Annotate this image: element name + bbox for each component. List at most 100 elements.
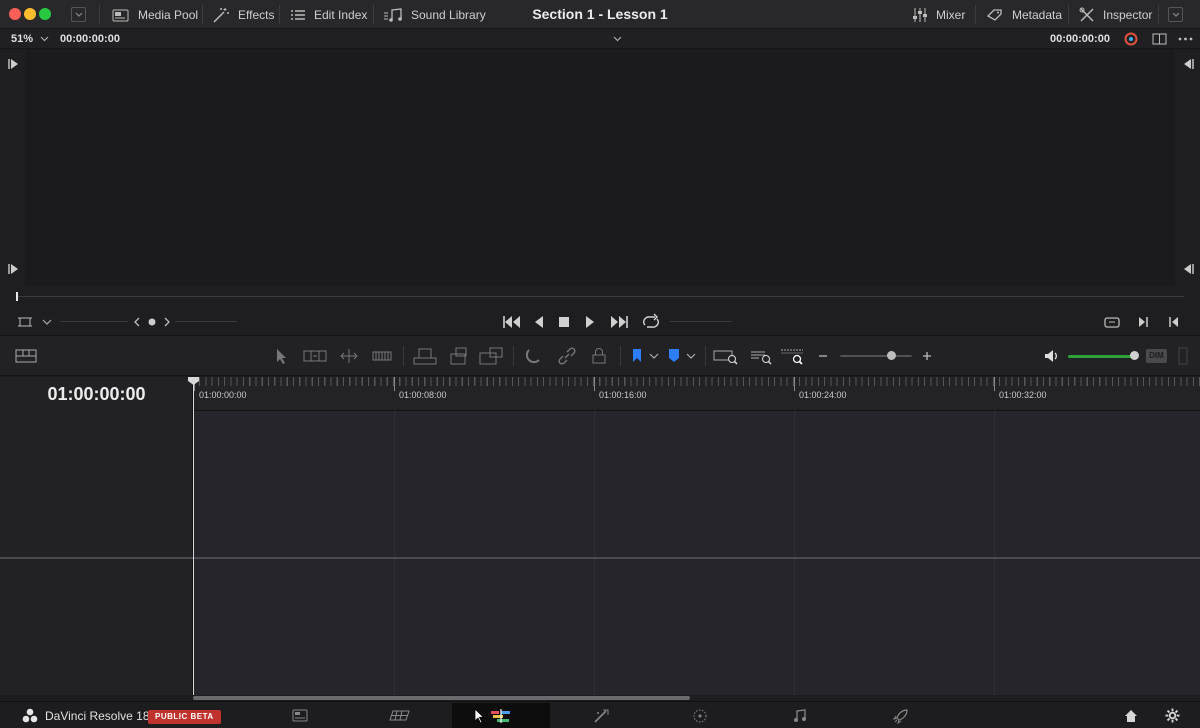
ruler-label: 01:00:00:00 <box>199 390 247 400</box>
timeline-timecode[interactable]: 01:00:00:00 <box>0 384 193 405</box>
effects-wand-icon <box>213 7 229 23</box>
timeline-toolbar: DIM <box>0 336 1200 376</box>
stop-icon[interactable] <box>557 313 571 331</box>
ruler-label: 01:00:08:00 <box>399 390 447 400</box>
window-close-button[interactable] <box>9 8 21 20</box>
record-timecode[interactable]: 00:00:00:00 <box>1050 29 1110 49</box>
speaker-volume-icon[interactable] <box>1043 346 1061 366</box>
edit-index-button[interactable]: Edit Index <box>284 0 373 29</box>
zoom-full-extent-icon[interactable] <box>713 346 739 366</box>
video-audio-divider[interactable] <box>0 557 1200 559</box>
public-beta-badge: PUBLIC BETA <box>148 710 221 724</box>
page-fusion[interactable] <box>591 702 611 728</box>
audio-meter-icon[interactable] <box>1177 346 1189 366</box>
zoom-out-icon[interactable] <box>818 346 828 366</box>
timeline-zoom-slider[interactable] <box>840 355 912 357</box>
page-color[interactable] <box>690 702 710 728</box>
snapping-magnet-icon[interactable] <box>525 346 543 366</box>
metadata-button[interactable]: Metadata <box>980 0 1068 29</box>
mixer-button[interactable]: Mixer <box>906 0 971 29</box>
page-fairlight[interactable] <box>791 702 809 728</box>
insert-clip-icon[interactable] <box>413 346 437 366</box>
scrollbar-thumb[interactable] <box>193 696 690 700</box>
loop-icon[interactable] <box>641 313 661 331</box>
chevron-down-icon[interactable] <box>686 346 696 366</box>
chevron-down-icon[interactable] <box>40 36 49 42</box>
selection-pointer-icon[interactable] <box>274 346 288 366</box>
marker-icon[interactable] <box>667 346 681 366</box>
page-edit[interactable] <box>489 702 513 728</box>
position-lock-icon[interactable] <box>591 346 607 366</box>
previous-edit-icon[interactable] <box>1168 313 1180 331</box>
sound-library-button[interactable]: Sound Library <box>377 0 492 29</box>
edit-page-icon <box>491 708 510 723</box>
zoom-slider-handle[interactable] <box>887 351 896 360</box>
page-media[interactable] <box>290 702 310 728</box>
volume-slider[interactable] <box>1068 355 1134 358</box>
overwrite-clip-icon[interactable] <box>447 346 469 366</box>
last-frame-marker-icon <box>1184 264 1194 274</box>
media-pool-label: Media Pool <box>138 7 199 22</box>
chevron-down-icon[interactable] <box>42 313 52 331</box>
volume-slider-handle[interactable] <box>1130 351 1139 360</box>
dim-button[interactable]: DIM <box>1146 349 1167 363</box>
timeline-ruler[interactable]: 01:00:00:00 01:00:08:00 01:00:16:00 01:0… <box>193 377 1200 411</box>
chevron-down-icon[interactable] <box>613 36 622 42</box>
play-reverse-icon[interactable] <box>533 313 545 331</box>
effects-label: Effects <box>238 7 275 22</box>
media-page-icon <box>292 709 308 722</box>
zoom-detail-icon[interactable] <box>750 346 774 366</box>
transport-controls <box>0 308 1200 336</box>
jog-control-icon[interactable] <box>133 313 171 331</box>
inspector-button[interactable]: Inspector <box>1073 0 1158 29</box>
scrub-playhead[interactable] <box>16 292 18 301</box>
inspector-label: Inspector <box>1103 7 1153 22</box>
page-deliver[interactable] <box>891 702 911 728</box>
chevron-down-icon[interactable] <box>649 346 659 366</box>
timeline-header: 01:00:00:00 <box>0 377 193 695</box>
more-options-icon[interactable] <box>1178 37 1193 41</box>
mouse-pointer-icon <box>474 707 485 724</box>
project-manager-home-button[interactable] <box>1123 702 1139 728</box>
ruler-label: 01:00:16:00 <box>599 390 647 400</box>
color-wheel-icon[interactable] <box>1124 32 1138 46</box>
music-note-icon <box>384 7 402 22</box>
zoom-in-icon[interactable] <box>922 346 932 366</box>
replace-clip-icon[interactable] <box>479 346 505 366</box>
left-panel-toggle[interactable] <box>71 7 86 22</box>
play-icon[interactable] <box>584 313 596 331</box>
deliver-rocket-icon <box>893 708 908 724</box>
page-cut[interactable] <box>388 702 412 728</box>
source-timecode[interactable]: 00:00:00:00 <box>60 29 120 49</box>
linked-selection-icon[interactable] <box>557 346 577 366</box>
go-to-end-icon[interactable] <box>609 313 629 331</box>
project-settings-button[interactable] <box>1163 702 1181 728</box>
go-to-start-icon[interactable] <box>502 313 522 331</box>
match-frame-icon[interactable] <box>1103 313 1121 331</box>
transform-icon[interactable] <box>17 313 33 331</box>
window-maximize-button[interactable] <box>39 8 51 20</box>
viewer-zoom[interactable]: 51% <box>11 29 33 49</box>
next-edit-icon[interactable] <box>1137 313 1149 331</box>
right-panel-toggle[interactable] <box>1168 7 1183 22</box>
timeline-tracks[interactable] <box>193 411 1200 695</box>
window-minimize-button[interactable] <box>24 8 36 20</box>
chevron-down-icon <box>75 12 82 17</box>
mixer-sliders-icon <box>913 7 927 22</box>
layout-split-icon[interactable] <box>1152 33 1167 45</box>
viewer-canvas[interactable] <box>25 49 1175 286</box>
viewer-header: 51% 00:00:00:00 00:00:00:00 <box>0 29 1200 49</box>
zoom-custom-icon[interactable] <box>780 346 806 366</box>
effects-button[interactable]: Effects <box>206 0 280 29</box>
blade-edit-icon[interactable] <box>372 346 392 366</box>
viewer-scrub-bar[interactable] <box>0 286 1200 308</box>
media-pool-button[interactable]: Media Pool <box>106 0 204 29</box>
dynamic-trim-icon[interactable] <box>338 346 360 366</box>
trim-edit-icon[interactable] <box>303 346 327 366</box>
metadata-tag-icon <box>986 8 1002 21</box>
ruler-label: 01:00:32:00 <box>999 390 1047 400</box>
timeline-view-options-icon[interactable] <box>15 346 37 366</box>
media-pool-icon <box>112 9 129 21</box>
timeline-playhead[interactable] <box>193 383 194 695</box>
flag-icon[interactable] <box>631 346 643 366</box>
